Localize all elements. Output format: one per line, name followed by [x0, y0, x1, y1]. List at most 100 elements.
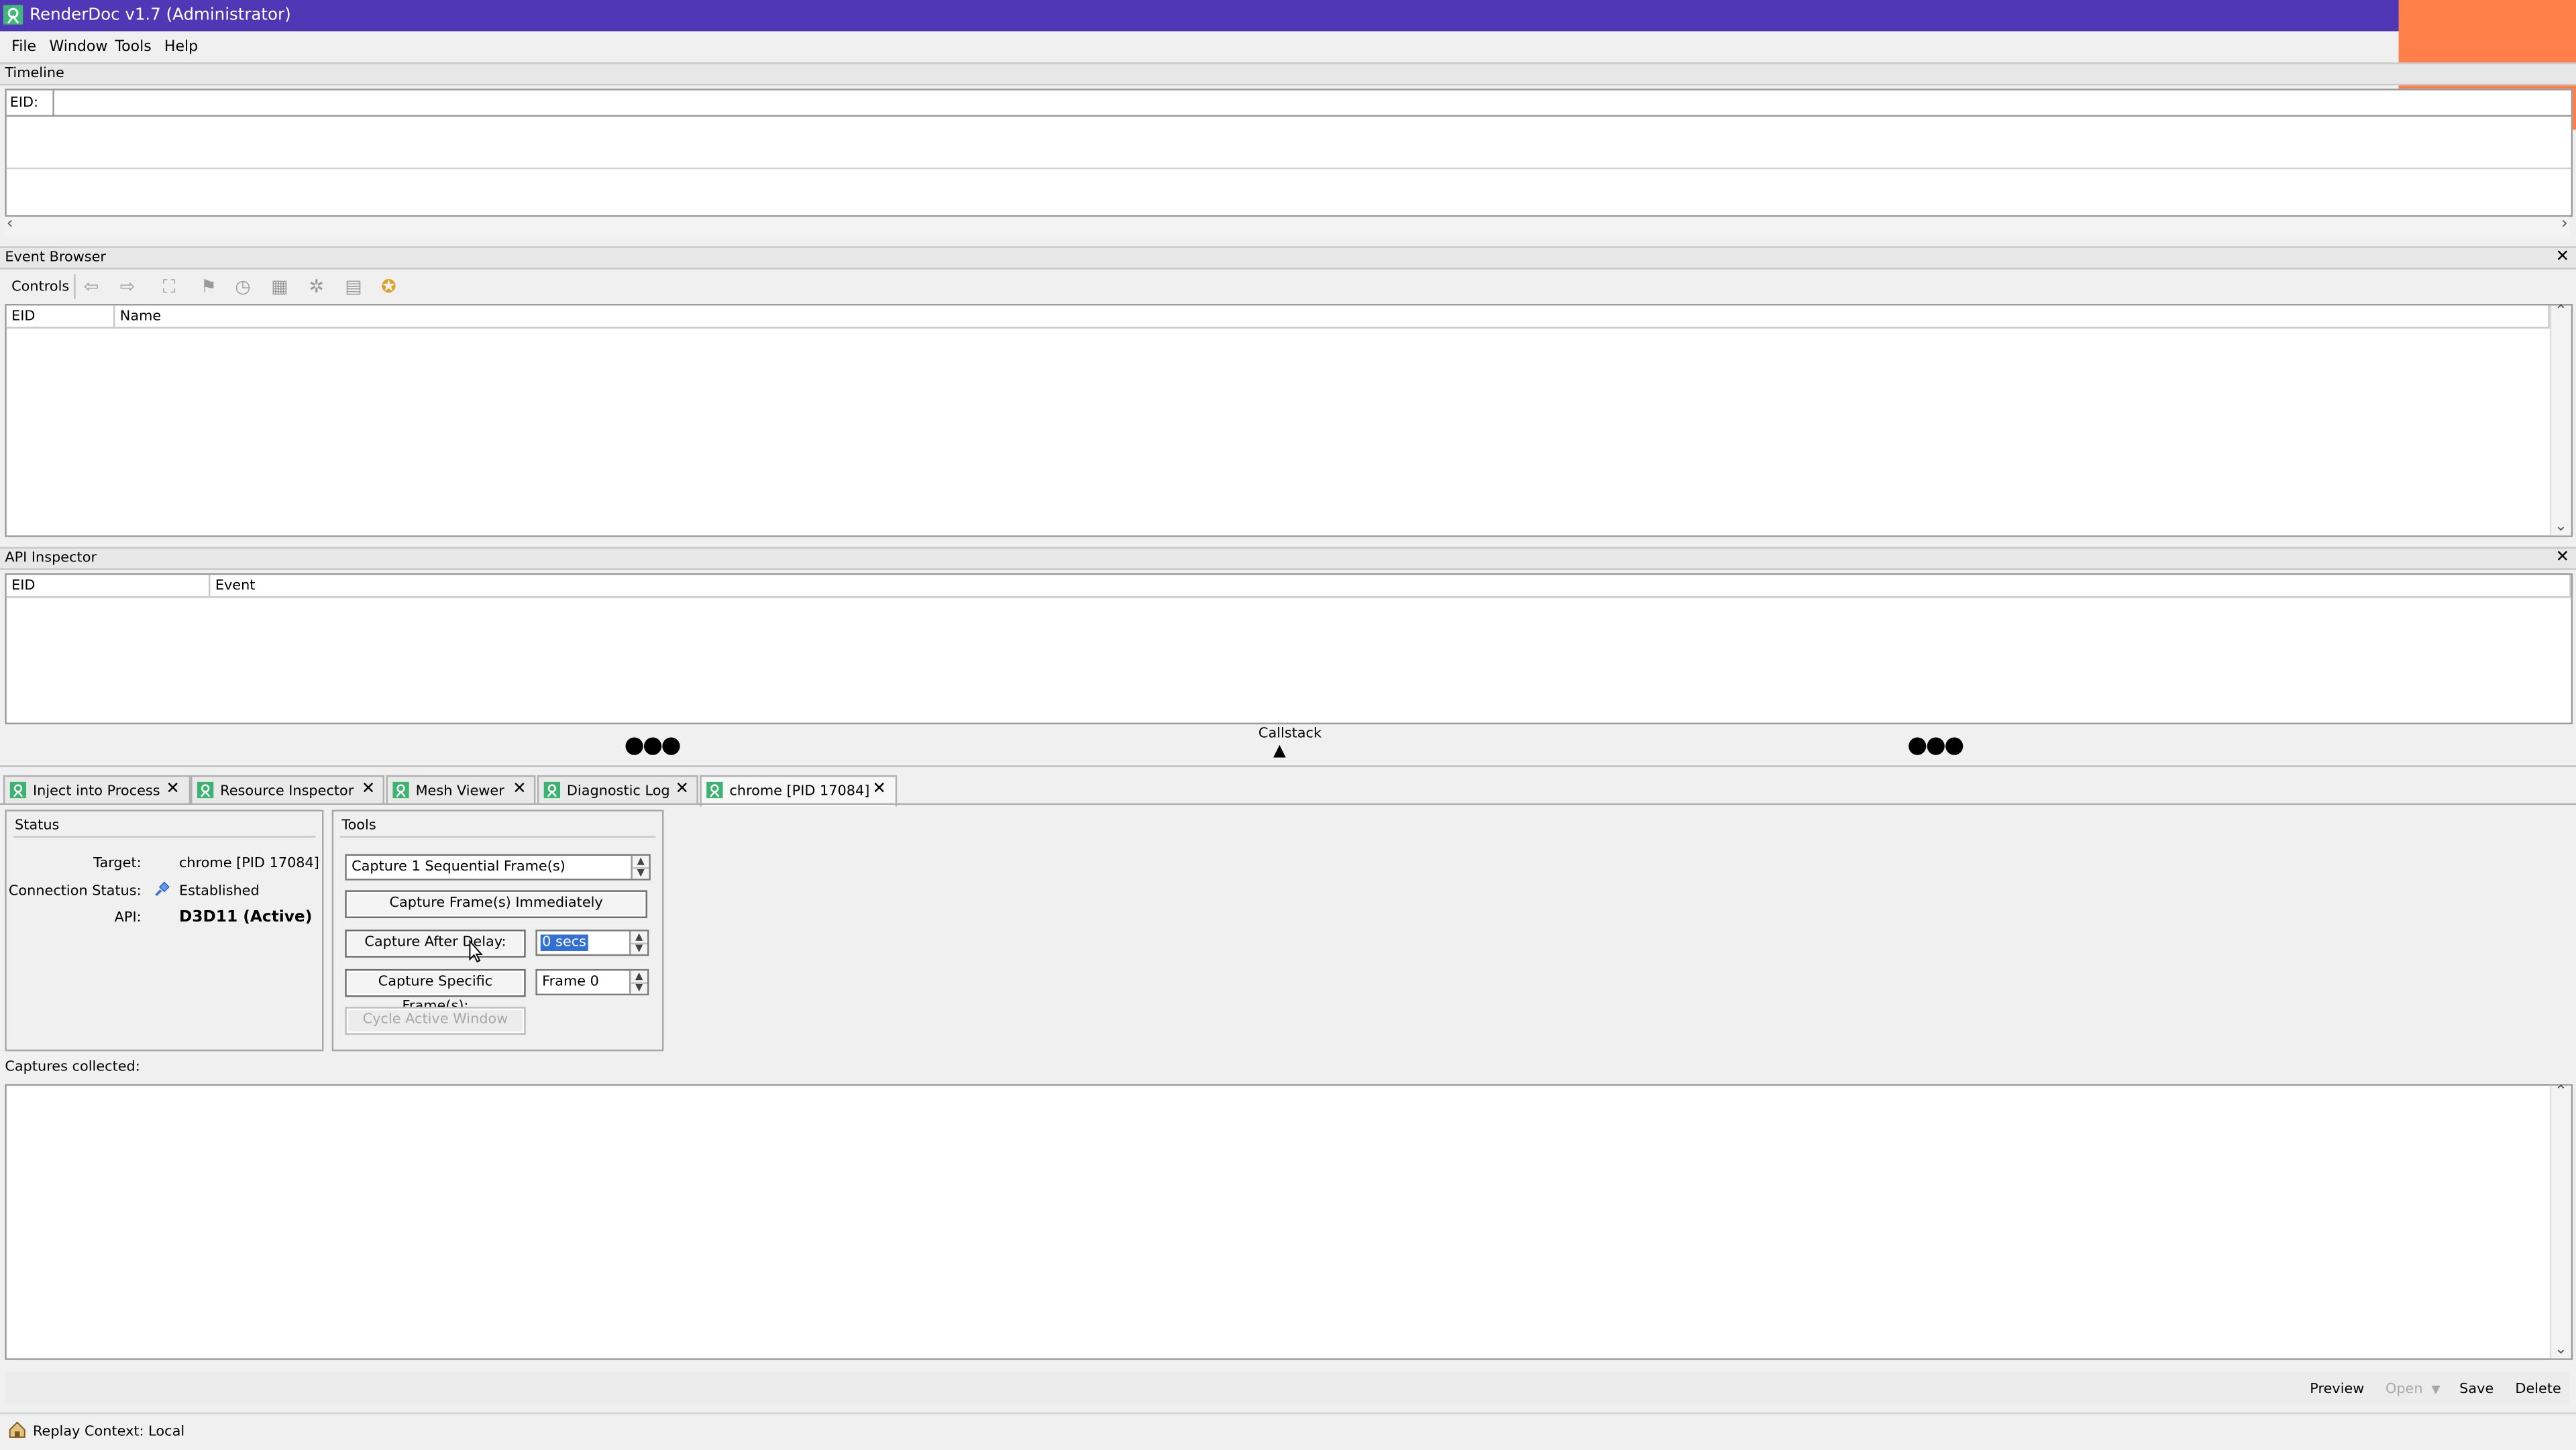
column-header-eid[interactable]: EID	[6, 575, 211, 598]
timeline-ruler	[52, 91, 2571, 117]
renderdoc-tab-icon	[543, 781, 561, 799]
frame-spinbox[interactable]: Frame 0 ▲ ▼	[535, 968, 649, 996]
tab-inject-into-process[interactable]: Inject into Process ✕	[3, 775, 191, 805]
event-browser-title: Event Browser	[5, 249, 106, 266]
scroll-down-icon[interactable]: ⌄	[2555, 1342, 2567, 1358]
chevron-down-icon[interactable]: ▼	[2432, 1383, 2440, 1396]
column-header-eid[interactable]: EID	[6, 305, 115, 329]
event-list[interactable]: EID Name ⌃ ⌄	[5, 304, 2573, 537]
close-tab-icon[interactable]: ✕	[166, 780, 180, 798]
status-group: Status Target: chrome [PID 17084] Connec…	[5, 810, 324, 1052]
expand-callstack-icon[interactable]: ▲	[1273, 742, 1286, 761]
connection-status-value: Established	[178, 883, 260, 901]
tab-resource-inspector[interactable]: Resource Inspector ✕	[191, 775, 385, 805]
target-label: Target:	[93, 855, 142, 873]
sequential-frames-spinbox[interactable]: Capture 1 Sequential Frame(s) ▲ ▼	[345, 854, 651, 881]
scroll-left-icon[interactable]: ‹	[7, 215, 13, 233]
capture-immediately-button[interactable]: Capture Frame(s) Immediately	[345, 890, 647, 918]
save-button[interactable]: Save	[2459, 1382, 2493, 1398]
arrow-left-icon[interactable]: ⇦	[84, 276, 99, 297]
controls-button[interactable]: Controls	[5, 273, 70, 301]
arrow-right-icon[interactable]: ⇨	[120, 276, 136, 297]
connection-status-label: Connection Status:	[8, 883, 142, 901]
tab-diagnostic-log[interactable]: Diagnostic Log ✕	[537, 775, 698, 805]
api-label: API:	[114, 909, 142, 927]
timeline-eid-label: EID:	[9, 95, 39, 112]
status-bar: Replay Context: Local	[0, 1412, 2576, 1450]
menu-file[interactable]: File	[11, 40, 36, 56]
menu-window[interactable]: Window	[49, 40, 107, 56]
timeline-title: Timeline	[5, 65, 64, 82]
captures-scrollbar[interactable]: ⌃ ⌄	[2549, 1084, 2571, 1359]
captures-list[interactable]: ⌃ ⌄	[5, 1084, 2573, 1360]
api-inspector-title-bar: API Inspector ✕	[0, 547, 2576, 570]
panel-divider	[0, 765, 2576, 767]
binoculars-icon[interactable]: ⛶	[162, 276, 175, 298]
spinner[interactable]: ▲ ▼	[629, 931, 647, 954]
timeline-divider	[6, 167, 2571, 170]
delete-button[interactable]: Delete	[2515, 1382, 2561, 1398]
connection-plug-icon	[155, 881, 170, 897]
timeline-area[interactable]: EID:	[5, 89, 2573, 217]
delay-spinbox[interactable]: 0 secs ▲ ▼	[535, 930, 649, 956]
renderdoc-tab-icon	[392, 781, 409, 799]
mouse-cursor-icon	[469, 939, 483, 963]
captures-action-bar	[5, 1371, 2570, 1404]
cycle-active-window-button[interactable]: Cycle Active Window	[345, 1007, 526, 1035]
spin-down-icon[interactable]: ▼	[631, 943, 647, 954]
spinner[interactable]: ▲ ▼	[631, 855, 649, 879]
flag-icon[interactable]: ⚑	[201, 276, 217, 297]
close-icon[interactable]: ✕	[2556, 248, 2570, 268]
callstack-label: Callstack	[1258, 726, 1322, 742]
close-icon[interactable]: ✕	[2556, 549, 2570, 568]
renderdoc-tab-icon	[9, 781, 27, 799]
save-icon[interactable]: ▤	[345, 276, 362, 297]
spin-down-icon[interactable]: ▼	[631, 983, 647, 994]
capture-specific-frames-button[interactable]: Capture Specific Frame(s):	[345, 968, 526, 1015]
scroll-right-icon[interactable]: ›	[2561, 215, 2568, 233]
house-icon	[9, 1421, 25, 1438]
tab-chrome-connection[interactable]: chrome [PID 17084] ✕	[700, 775, 898, 807]
group-divider	[13, 836, 316, 838]
gears-icon[interactable]: ✲	[309, 276, 324, 297]
window-title: RenderDoc v1.7 (Administrator)	[30, 6, 291, 25]
splitter-handle-left[interactable]: ●●●	[625, 732, 682, 759]
open-button[interactable]: Open	[2385, 1382, 2423, 1398]
preview-button[interactable]: Preview	[2310, 1382, 2364, 1398]
splitter-handle-right[interactable]: ●●●	[1907, 732, 1964, 759]
event-list-scrollbar[interactable]: ⌃ ⌄	[2549, 304, 2571, 536]
event-browser-title-bar: Event Browser ✕	[0, 246, 2576, 270]
timeline-panel-title: Timeline	[0, 62, 2576, 86]
column-header-name[interactable]: Name	[115, 305, 2550, 329]
spin-down-icon[interactable]: ▼	[633, 867, 649, 879]
controls-label: Controls	[11, 279, 70, 296]
tools-group-title: Tools	[341, 818, 376, 835]
close-tab-icon[interactable]: ✕	[872, 780, 886, 798]
capture-after-delay-button[interactable]: Capture After Delay:	[345, 930, 526, 958]
chart-icon[interactable]: ▦	[271, 276, 288, 297]
group-divider	[339, 836, 656, 838]
api-event-list[interactable]: EID Event	[5, 573, 2573, 725]
target-value: chrome [PID 17084]	[178, 855, 319, 873]
column-header-event[interactable]: Event	[210, 575, 2571, 598]
replay-context-label: Replay Context: Local	[32, 1424, 185, 1441]
close-tab-icon[interactable]: ✕	[362, 780, 376, 798]
timeline-scrollbar[interactable]: ‹ ›	[5, 215, 2570, 237]
renderdoc-tab-icon	[706, 781, 723, 799]
renderdoc-window: RenderDoc v1.7 (Administrator) File Wind…	[0, 0, 2576, 1450]
delay-value: 0 secs	[540, 934, 588, 951]
menu-bar: File Window Tools Help	[0, 33, 2576, 61]
menu-tools[interactable]: Tools	[115, 40, 151, 56]
clock-icon[interactable]: ◷	[235, 276, 251, 297]
renderdoc-logo-icon	[3, 5, 23, 25]
scroll-up-icon[interactable]: ⌃	[2555, 1084, 2567, 1100]
menu-help[interactable]: Help	[164, 40, 198, 56]
tab-mesh-viewer[interactable]: Mesh Viewer ✕	[386, 775, 536, 805]
bookmark-star-icon[interactable]: ✪	[381, 276, 396, 297]
close-tab-icon[interactable]: ✕	[676, 780, 690, 798]
scroll-up-icon[interactable]: ⌃	[2555, 304, 2567, 320]
tab-strip-border	[0, 803, 2576, 805]
spinner[interactable]: ▲ ▼	[629, 970, 647, 994]
scroll-down-icon[interactable]: ⌄	[2555, 519, 2567, 535]
close-tab-icon[interactable]: ✕	[513, 780, 527, 798]
